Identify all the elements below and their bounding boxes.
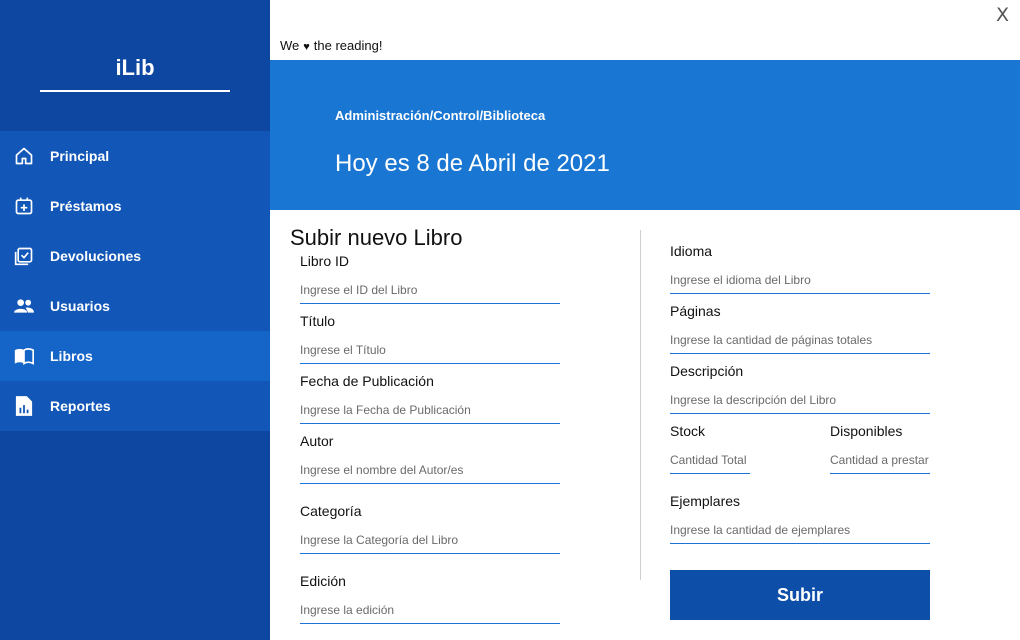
sidebar-nav: Principal Préstamos Devoluciones Usuario…: [0, 131, 270, 431]
sidebar-item-label: Usuarios: [50, 298, 110, 314]
heart-icon: ♥: [303, 41, 310, 53]
idioma-input[interactable]: [670, 267, 930, 294]
descripcion-input[interactable]: [670, 387, 930, 414]
field-idioma: Idioma: [670, 243, 930, 294]
field-stock: Stock: [670, 423, 750, 474]
field-label: Autor: [300, 433, 334, 449]
sidebar-item-principal[interactable]: Principal: [0, 131, 270, 181]
autor-input[interactable]: [300, 457, 560, 484]
stock-input[interactable]: [670, 447, 750, 474]
field-label: Fecha de Publicación: [300, 373, 434, 389]
field-descripcion: Descripción: [670, 363, 930, 414]
field-label: Ejemplares: [670, 493, 741, 509]
breadcrumb: Administración/Control/Biblioteca: [335, 108, 546, 123]
calendar-plus-icon: [13, 195, 35, 217]
field-titulo: Título: [300, 313, 560, 364]
field-libro-id: Libro ID: [300, 253, 560, 304]
field-autor: Autor: [300, 433, 560, 484]
sidebar-item-reportes[interactable]: Reportes: [0, 381, 270, 431]
field-paginas: Páginas: [670, 303, 930, 354]
sidebar-item-libros[interactable]: Libros: [0, 331, 270, 381]
report-icon: [13, 395, 35, 417]
field-label: Disponibles: [830, 423, 903, 439]
home-icon: [13, 145, 35, 167]
calendar-check-icon: [13, 245, 35, 267]
date-heading: Hoy es 8 de Abril de 2021: [335, 150, 610, 177]
field-label: Stock: [670, 423, 706, 439]
tagline-text: the reading!: [313, 38, 383, 53]
field-label: Edición: [300, 573, 346, 589]
column-divider: [640, 230, 641, 580]
tagline-text: We: [280, 38, 300, 53]
titulo-input[interactable]: [300, 337, 560, 364]
field-label: Idioma: [670, 243, 713, 259]
sidebar-item-usuarios[interactable]: Usuarios: [0, 281, 270, 331]
paginas-input[interactable]: [670, 327, 930, 354]
field-label: Páginas: [670, 303, 721, 319]
categoria-input[interactable]: [300, 527, 560, 554]
book-icon: [13, 345, 35, 367]
submit-button[interactable]: Subir: [670, 570, 930, 620]
ejemplares-input[interactable]: [670, 517, 930, 544]
sidebar-item-label: Préstamos: [50, 198, 122, 214]
form-title: Subir nuevo Libro: [290, 225, 463, 250]
field-label: Descripción: [670, 363, 744, 379]
users-icon: [13, 295, 35, 317]
sidebar-item-label: Reportes: [50, 398, 111, 414]
sidebar-item-label: Devoluciones: [50, 248, 142, 264]
sidebar-item-prestamos[interactable]: Préstamos: [0, 181, 270, 231]
field-ejemplares: Ejemplares: [670, 493, 930, 544]
sidebar-item-devoluciones[interactable]: Devoluciones: [0, 231, 270, 281]
close-button[interactable]: X: [996, 4, 1009, 26]
field-edicion: Edición: [300, 573, 560, 624]
tagline: We ♥ the reading!: [280, 38, 382, 53]
edicion-input[interactable]: [300, 597, 560, 624]
field-label: Título: [300, 313, 336, 329]
sidebar: iLib Principal Préstamos Devoluciones Us…: [0, 0, 270, 640]
sidebar-item-label: Libros: [50, 348, 93, 364]
fecha-publicacion-input[interactable]: [300, 397, 560, 424]
field-fecha-publicacion: Fecha de Publicación: [300, 373, 560, 424]
field-categoria: Categoría: [300, 503, 560, 554]
field-label: Libro ID: [300, 253, 350, 269]
app-logo: iLib: [40, 52, 230, 92]
sidebar-item-label: Principal: [50, 148, 110, 164]
header-banner: Administración/Control/Biblioteca Hoy es…: [270, 60, 1020, 210]
disponibles-input[interactable]: [830, 447, 930, 474]
libro-id-input[interactable]: [300, 277, 560, 304]
field-disponibles: Disponibles: [830, 423, 930, 474]
field-label: Categoría: [300, 503, 362, 519]
